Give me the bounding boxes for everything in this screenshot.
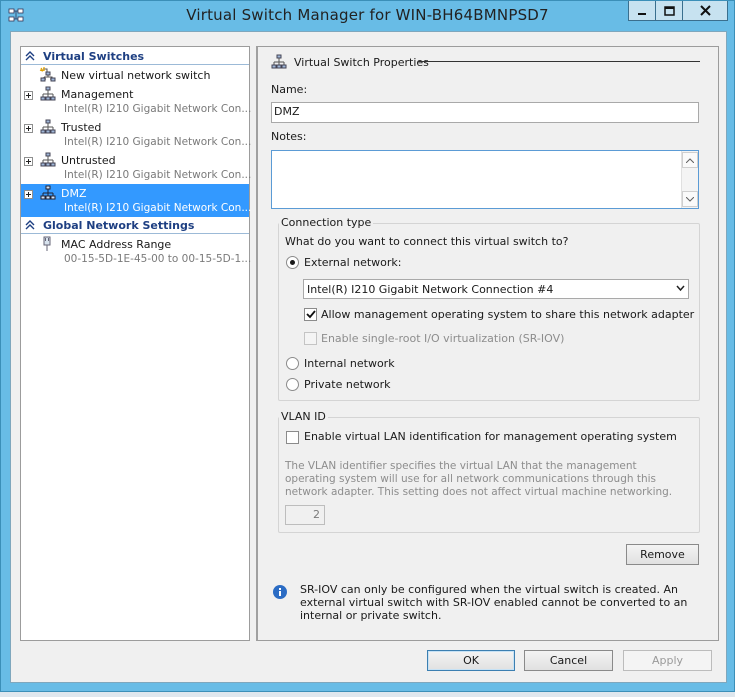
network-port-icon: [43, 236, 51, 251]
minimize-icon: [638, 12, 646, 15]
tree-item-adapter: Intel(R) I210 Gigabit Network Con...: [64, 202, 252, 214]
virtual-switch-manager-window: Virtual Switch Manager for WIN-BH64BMNPS…: [0, 0, 735, 692]
tree-item-label: DMZ: [61, 187, 87, 200]
tree-item-mac-address-range[interactable]: MAC Address Range 00-15-5D-1E-45-00 to 0…: [21, 235, 252, 268]
tree-item-dmz[interactable]: DMZ Intel(R) I210 Gigabit Network Con...: [21, 184, 252, 217]
switch-icon: [40, 119, 56, 134]
properties-header: Virtual Switch Properties: [270, 54, 429, 70]
internal-network-label[interactable]: Internal network: [304, 357, 395, 370]
name-label: Name:: [271, 83, 308, 96]
external-network-radio[interactable]: [286, 256, 299, 269]
enable-vlan-label[interactable]: Enable virtual LAN identification for ma…: [304, 430, 677, 443]
tree-item-adapter: Intel(R) I210 Gigabit Network Con...: [64, 136, 252, 148]
name-field[interactable]: DMZ: [271, 102, 699, 123]
info-icon: [273, 585, 287, 599]
expand-icon[interactable]: [24, 190, 33, 199]
global-network-settings-header[interactable]: Global Network Settings: [21, 217, 249, 234]
switch-tree[interactable]: Virtual Switches New virtual network swi…: [20, 46, 252, 641]
private-network-radio[interactable]: [286, 378, 299, 391]
notes-scrollbar[interactable]: [681, 151, 698, 208]
enable-sriov-label[interactable]: Enable single-root I/O virtualization (S…: [321, 332, 564, 345]
sriov-info-text: SR-IOV can only be configured when the v…: [300, 583, 688, 622]
chevron-down-icon: [676, 285, 685, 292]
minimize-button[interactable]: [628, 1, 655, 21]
collapse-chevron-icon: [25, 51, 35, 61]
client-area: Virtual Switches New virtual network swi…: [10, 31, 727, 683]
enable-sriov-checkbox[interactable]: [304, 332, 317, 345]
tree-item-adapter: Intel(R) I210 Gigabit Network Con...: [64, 169, 252, 181]
scroll-up-button[interactable]: [682, 152, 698, 168]
tree-item-label: Untrusted: [61, 154, 116, 167]
tree-item-new-switch[interactable]: New virtual network switch: [21, 66, 249, 84]
tree-item-adapter: Intel(R) I210 Gigabit Network Con...: [64, 103, 252, 115]
tree-item-untrusted[interactable]: Untrusted Intel(R) I210 Gigabit Network …: [21, 151, 252, 184]
collapse-chevron-icon: [25, 220, 35, 230]
allow-management-os-label[interactable]: Allow management operating system to sha…: [321, 308, 694, 321]
close-icon: [699, 5, 711, 16]
connection-type-group: Connection type What do you want to conn…: [278, 216, 700, 401]
vlan-id-title: VLAN ID: [279, 410, 328, 423]
switch-icon: [271, 54, 287, 69]
window-title: Virtual Switch Manager for WIN-BH64BMNPS…: [186, 6, 549, 24]
title-bar[interactable]: Virtual Switch Manager for WIN-BH64BMNPS…: [1, 1, 734, 31]
internal-network-radio[interactable]: [286, 357, 299, 370]
ok-button[interactable]: OK: [427, 650, 515, 671]
header-divider: [418, 61, 700, 62]
new-switch-icon: [39, 67, 56, 82]
sriov-info-message: SR-IOV can only be configured when the v…: [272, 583, 712, 627]
network-adapter-select[interactable]: Intel(R) I210 Gigabit Network Connection…: [303, 279, 689, 299]
tree-item-label: MAC Address Range: [61, 238, 172, 251]
expand-icon[interactable]: [24, 91, 33, 100]
maximize-icon: [663, 5, 675, 16]
chevron-down-icon: [686, 196, 694, 202]
private-network-label[interactable]: Private network: [304, 378, 391, 391]
connection-question: What do you want to connect this virtual…: [285, 235, 569, 248]
notes-label: Notes:: [271, 130, 307, 143]
tree-item-label: Trusted: [61, 121, 102, 134]
switch-properties-panel: Virtual Switch Properties Name: DMZ Note…: [256, 46, 719, 641]
vlan-description: The VLAN identifier specifies the virtua…: [285, 460, 673, 498]
tree-item-management[interactable]: Management Intel(R) I210 Gigabit Network…: [21, 85, 252, 118]
expand-icon[interactable]: [24, 157, 33, 166]
tree-item-label: Management: [61, 88, 134, 101]
connection-type-title: Connection type: [279, 216, 374, 229]
external-network-label[interactable]: External network:: [304, 256, 402, 269]
checkmark-icon: [305, 310, 316, 319]
close-button[interactable]: [682, 1, 728, 21]
virtual-switches-header[interactable]: Virtual Switches: [21, 48, 249, 65]
background-strip: [0, 692, 735, 697]
allow-management-os-checkbox[interactable]: [304, 308, 317, 321]
notes-field[interactable]: [271, 150, 699, 209]
tree-item-trusted[interactable]: Trusted Intel(R) I210 Gigabit Network Co…: [21, 118, 252, 151]
tree-item-label: New virtual network switch: [61, 69, 211, 82]
chevron-up-icon: [686, 157, 694, 163]
properties-title: Virtual Switch Properties: [294, 55, 429, 69]
cancel-button[interactable]: Cancel: [524, 650, 613, 671]
switch-icon: [40, 86, 56, 101]
enable-vlan-checkbox[interactable]: [286, 431, 299, 444]
switch-icon: [40, 152, 56, 167]
remove-button[interactable]: Remove: [626, 544, 699, 565]
vlan-id-group: VLAN ID Enable virtual LAN identificatio…: [278, 410, 700, 533]
maximize-button[interactable]: [655, 1, 682, 21]
apply-button[interactable]: Apply: [623, 650, 712, 671]
scroll-down-button[interactable]: [682, 191, 698, 207]
expand-icon[interactable]: [24, 124, 33, 133]
switch-icon: [40, 185, 56, 200]
vlan-id-field[interactable]: 2: [285, 505, 325, 525]
tree-item-mac-range: 00-15-5D-1E-45-00 to 00-15-5D-1...: [64, 253, 252, 265]
